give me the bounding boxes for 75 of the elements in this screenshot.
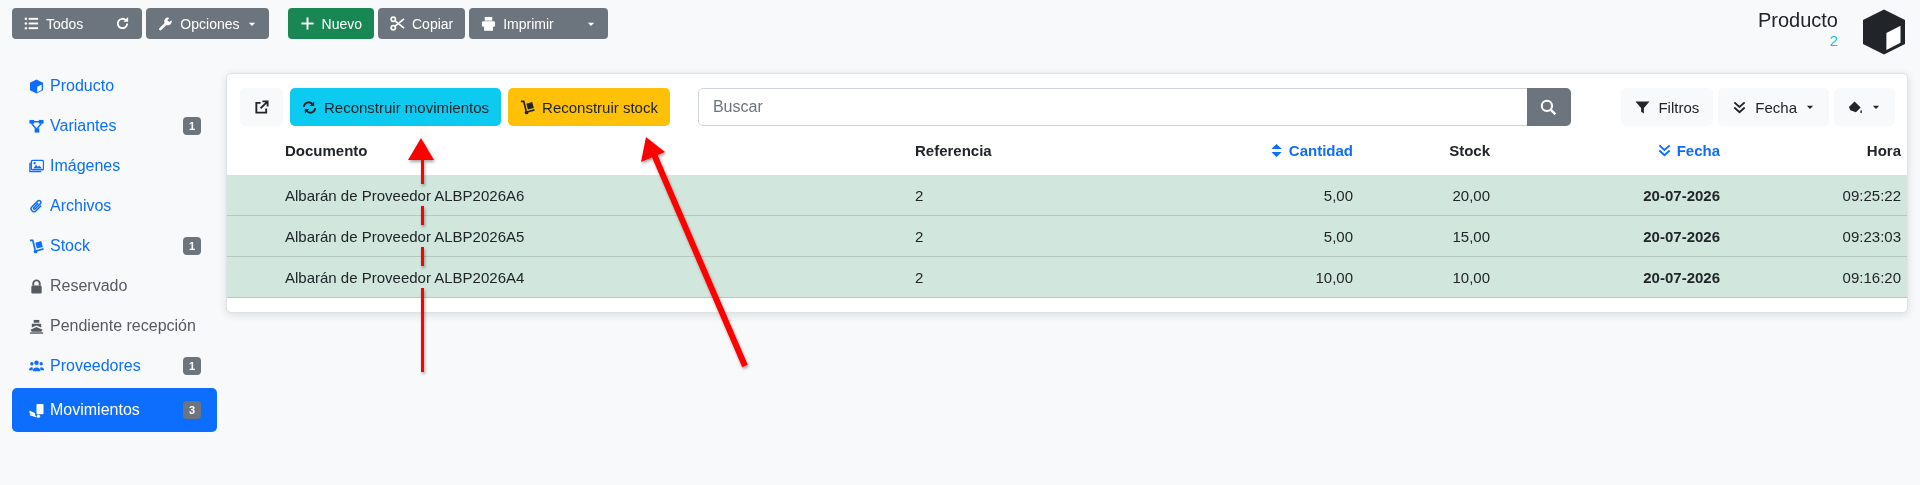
record-count: 2 bbox=[1829, 32, 1838, 49]
dolly-icon bbox=[29, 238, 44, 254]
arrows-rotate-icon bbox=[302, 99, 317, 115]
search-button[interactable] bbox=[1526, 88, 1571, 126]
column-header: Stock bbox=[1448, 141, 1491, 161]
table-cell: 2 bbox=[901, 257, 1141, 298]
sidebar-item[interactable]: Stock 1 bbox=[12, 226, 217, 266]
table-cell: Albarán de Proveedor ALBP2026A4 bbox=[227, 257, 901, 298]
table-cell: 10,00 bbox=[1361, 257, 1498, 298]
sort-button[interactable]: Fecha bbox=[1718, 88, 1829, 126]
sort-descending-icon bbox=[1656, 143, 1672, 158]
truck-ramp-icon bbox=[29, 402, 44, 418]
lock-icon bbox=[29, 278, 44, 294]
images-icon bbox=[29, 158, 44, 174]
table-cell: 09:23:03 bbox=[1728, 216, 1907, 257]
action-button[interactable]: Reconstruir stock bbox=[508, 88, 670, 126]
table-cell: 20-07-2026 bbox=[1498, 216, 1728, 257]
column-header[interactable]: Cantidad bbox=[1141, 126, 1361, 175]
column-header[interactable]: Fecha bbox=[1498, 126, 1728, 175]
table-cell: 20,00 bbox=[1361, 175, 1498, 216]
branches-icon bbox=[29, 118, 44, 134]
count-badge: 3 bbox=[182, 401, 201, 419]
sidebar-item[interactable]: Imágenes bbox=[12, 146, 217, 186]
toolbar-button[interactable]: Nuevo bbox=[287, 8, 374, 39]
toolbar-button[interactable]: Imprimir bbox=[469, 8, 608, 39]
table-cell: 5,00 bbox=[1141, 216, 1361, 257]
page-title: Producto bbox=[1757, 8, 1838, 32]
search-field[interactable]: Buscar bbox=[697, 88, 1571, 126]
table-cell: 10,00 bbox=[1141, 257, 1361, 298]
dolly-icon bbox=[520, 99, 536, 115]
double-chevron-icon bbox=[1732, 99, 1748, 115]
paint-bucket-icon bbox=[1848, 99, 1863, 115]
table-cell: Albarán de Proveedor ALBP2026A6 bbox=[227, 175, 901, 216]
column-header: Hora bbox=[1865, 141, 1902, 161]
table-cell: 15,00 bbox=[1361, 216, 1498, 257]
table-cell: Albarán de Proveedor ALBP2026A5 bbox=[227, 216, 901, 257]
color-button[interactable] bbox=[1834, 88, 1895, 126]
table-cell: 09:25:22 bbox=[1728, 175, 1907, 216]
external-link-button[interactable] bbox=[240, 88, 283, 126]
search-input[interactable]: Buscar bbox=[710, 97, 1527, 117]
printer-icon bbox=[481, 16, 497, 31]
list-icon bbox=[24, 16, 39, 31]
table-cell: 09:16:20 bbox=[1728, 257, 1907, 298]
search-icon bbox=[1540, 98, 1558, 116]
sidebar-item[interactable]: Producto bbox=[12, 66, 217, 106]
sidebar-item[interactable]: Proveedores 1 bbox=[12, 346, 217, 386]
external-link-icon bbox=[254, 99, 269, 115]
toolbar-button[interactable]: Opciones bbox=[146, 8, 269, 39]
paperclip-icon bbox=[29, 198, 44, 214]
column-header: Referencia bbox=[914, 141, 993, 161]
plus-icon bbox=[299, 16, 315, 31]
column-header: Documento bbox=[284, 141, 369, 161]
count-badge: 1 bbox=[182, 117, 201, 135]
users-icon bbox=[29, 358, 44, 374]
scissors-icon bbox=[390, 16, 405, 31]
table-cell: 20-07-2026 bbox=[1498, 175, 1728, 216]
sidebar-item[interactable]: Variantes 1 bbox=[12, 106, 217, 146]
filter-icon bbox=[1635, 99, 1651, 115]
table-cell: 2 bbox=[901, 175, 1141, 216]
wrench-icon bbox=[158, 16, 174, 31]
ship-icon bbox=[29, 318, 44, 334]
table-cell: 5,00 bbox=[1141, 175, 1361, 216]
count-badge: 1 bbox=[182, 237, 201, 255]
filter-button[interactable]: Filtros bbox=[1621, 88, 1714, 126]
refresh-icon bbox=[115, 16, 131, 31]
toolbar-button[interactable]: Todos bbox=[12, 8, 143, 39]
table-cell: 20-07-2026 bbox=[1498, 257, 1728, 298]
toolbar-button[interactable]: Copiar bbox=[378, 8, 466, 39]
table-cell: 2 bbox=[901, 216, 1141, 257]
sidebar-item[interactable]: Movimientos 3 bbox=[12, 388, 217, 432]
action-button[interactable]: Reconstruir movimientos bbox=[290, 88, 502, 126]
cube-icon bbox=[29, 78, 44, 94]
cube-icon bbox=[1860, 8, 1908, 56]
count-badge: 1 bbox=[182, 357, 201, 375]
sidebar-item[interactable]: Archivos bbox=[12, 186, 217, 226]
